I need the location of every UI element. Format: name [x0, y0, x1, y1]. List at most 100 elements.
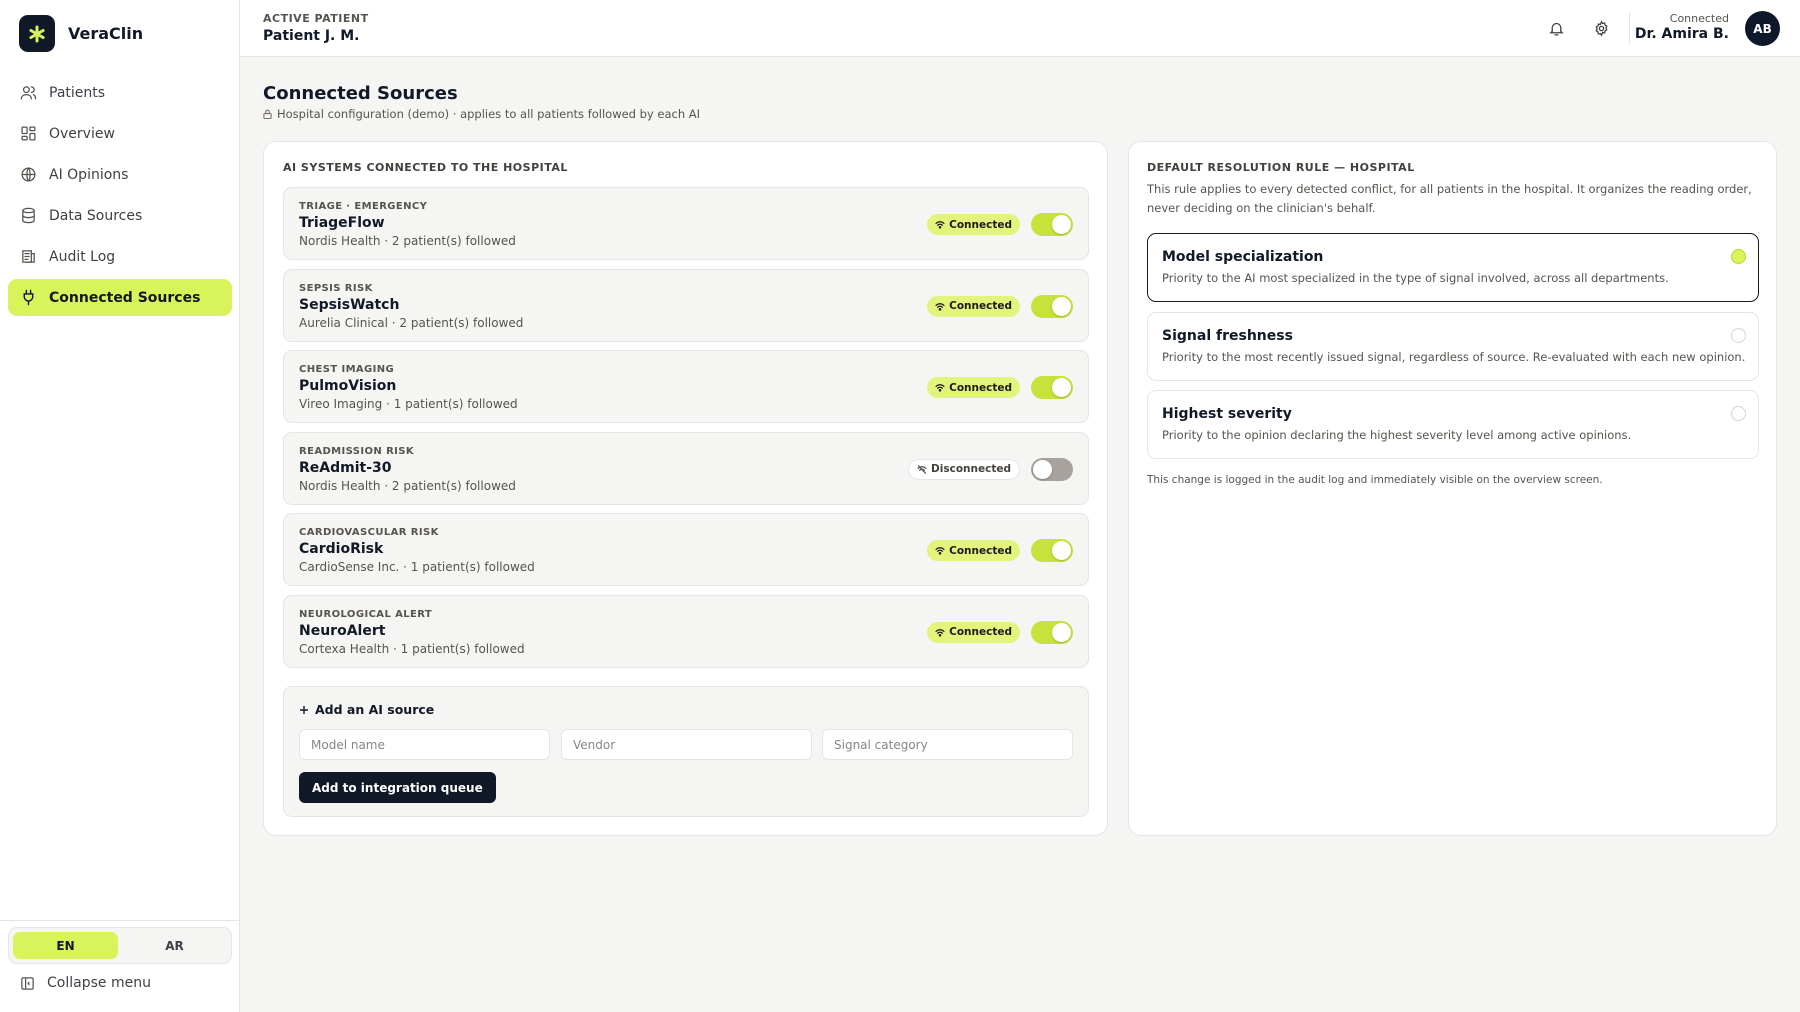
collapse-menu-label: Collapse menu: [47, 975, 151, 991]
user-status: Connected: [1669, 12, 1729, 25]
sidebar-item-connected-sources[interactable]: Connected Sources: [8, 279, 232, 316]
wifi-icon: [935, 547, 945, 555]
radio-button[interactable]: [1731, 406, 1746, 421]
bell-icon: [1548, 22, 1564, 36]
sidebar-item-label: Data Sources: [49, 207, 143, 224]
ai-sources-heading: AI SYSTEMS CONNECTED TO THE HOSPITAL: [283, 161, 568, 174]
source-category: NEUROLOGICAL ALERT: [299, 608, 433, 620]
rule-option-description: Priority to the AI most specialized in t…: [1162, 271, 1669, 285]
source-meta: Nordis Health · 2 patient(s) followed: [299, 234, 516, 248]
page-title: Connected Sources: [263, 83, 458, 104]
add-to-integration-queue-button[interactable]: Add to integration queue: [299, 772, 496, 803]
top-bar: ACTIVE PATIENT Patient J. M. Connected D…: [240, 0, 1800, 57]
add-source-title-text: Add an AI source: [315, 702, 435, 717]
source-name: PulmoVision: [299, 378, 397, 394]
language-switch: EN AR: [8, 927, 232, 964]
gear-icon: [1594, 19, 1608, 37]
users-icon: [20, 86, 37, 100]
status-badge: Connected: [927, 621, 1020, 643]
rule-option-title: Signal freshness: [1162, 327, 1293, 344]
source-toggle[interactable]: [1031, 294, 1073, 318]
top-bar-divider: [1629, 12, 1630, 45]
settings-button[interactable]: [1587, 14, 1615, 42]
ai-source-cardiorisk: CARDIOVASCULAR RISK CardioRisk CardioSense…: [283, 513, 1089, 586]
sidebar-nav: Patients Overview AI Opinions Data Sourc…: [8, 74, 232, 320]
ai-source-pulmovision: CHEST IMAGING PulmoVision Vireo Imaging · …: [283, 350, 1089, 423]
vendor-input[interactable]: [561, 729, 812, 760]
source-category: READMISSION RISK: [299, 445, 415, 457]
active-patient-label: ACTIVE PATIENT: [263, 12, 369, 25]
rule-option-title: Highest severity: [1162, 406, 1292, 422]
wifi-off-icon: [917, 464, 927, 474]
active-patient-name[interactable]: Patient J. M.: [263, 28, 360, 44]
source-meta: Cortexa Health · 1 patient(s) followed: [299, 641, 525, 656]
source-toggle[interactable]: [1031, 457, 1073, 481]
ai-source-sepsiswatch: SEPSIS RISK SepsisWatch Aurelia Clinical ·…: [283, 268, 1089, 342]
source-toggle[interactable]: [1031, 539, 1073, 562]
asterisk-logo-icon: [19, 15, 55, 52]
language-en-button[interactable]: EN: [13, 932, 118, 959]
source-meta: Nordis Health · 2 patient(s) followed: [299, 478, 516, 493]
source-toggle[interactable]: [1031, 620, 1073, 644]
grid-icon: [21, 126, 36, 141]
source-name: CardioRisk: [299, 541, 384, 557]
wifi-icon: [935, 221, 945, 229]
source-category: CARDIOVASCULAR RISK: [299, 527, 439, 538]
rule-option-title: Model specialization: [1162, 249, 1324, 265]
sidebar-item-label: Overview: [49, 125, 115, 142]
model-name-input[interactable]: [299, 729, 550, 760]
language-ar-button[interactable]: AR: [122, 932, 227, 959]
sidebar-item-ai-opinions[interactable]: AI Opinions: [8, 156, 232, 193]
log-icon: [22, 250, 35, 263]
lock-icon: [263, 109, 272, 119]
radio-button[interactable]: [1731, 327, 1746, 343]
toggle-knob: [1052, 622, 1071, 642]
sidebar-item-label: AI Opinions: [49, 166, 129, 183]
rule-option-model-specialization[interactable]: Model specialization Priority to the AI m…: [1147, 233, 1759, 302]
rule-option-highest-severity[interactable]: Highest severity Priority to the opinion …: [1147, 390, 1759, 459]
wifi-icon: [935, 302, 945, 311]
avatar[interactable]: AB: [1745, 11, 1780, 46]
status-badge-label: Connected: [949, 381, 1012, 394]
rule-option-signal-freshness[interactable]: Signal freshness Priority to the most rec…: [1147, 311, 1759, 381]
radio-button[interactable]: [1731, 249, 1746, 264]
ai-source-triageflow: TRIAGE · EMERGENCY TriageFlow Nordis Healt…: [283, 187, 1089, 260]
toggle-knob: [1033, 459, 1052, 479]
status-badge-label: Connected: [949, 626, 1012, 638]
source-name: NeuroAlert: [299, 622, 386, 639]
ai-source-neuroalert: NEUROLOGICAL ALERT NeuroAlert Cortexa Heal…: [283, 594, 1089, 668]
source-name: TriageFlow: [299, 215, 385, 231]
source-meta: Vireo Imaging · 1 patient(s) followed: [299, 397, 518, 411]
resolution-rule-card: DEFAULT RESOLUTION RULE — HOSPITAL This …: [1128, 141, 1777, 836]
notifications-button[interactable]: [1542, 14, 1570, 42]
brand[interactable]: VeraClin: [19, 15, 143, 52]
add-source-panel: Add an AI source Add to integration queu…: [283, 686, 1089, 817]
source-name: SepsisWatch: [299, 296, 400, 313]
sidebar-item-label: Audit Log: [49, 248, 116, 265]
sidebar-item-label: Patients: [49, 84, 106, 101]
status-badge: Connected: [927, 540, 1020, 561]
app-name: VeraClin: [68, 24, 144, 43]
status-badge-label: Connected: [949, 300, 1012, 312]
sidebar-item-data-sources[interactable]: Data Sources: [8, 197, 232, 234]
signal-category-input[interactable]: [822, 729, 1073, 760]
database-icon: [22, 207, 35, 224]
sidebar-item-overview[interactable]: Overview: [8, 115, 232, 152]
toggle-knob: [1052, 215, 1071, 234]
source-name: ReAdmit-30: [299, 459, 392, 476]
source-toggle[interactable]: [1031, 376, 1073, 399]
collapse-menu-button[interactable]: Collapse menu: [20, 975, 151, 991]
toggle-knob: [1052, 541, 1071, 560]
sidebar-item-audit-log[interactable]: Audit Log: [8, 238, 232, 275]
wifi-icon: [935, 384, 945, 392]
sidebar: VeraClin Patients Overview AI Opinions D…: [0, 0, 240, 1012]
user-name[interactable]: Dr. Amira B.: [1635, 26, 1729, 42]
status-badge: Connected: [927, 295, 1020, 317]
resolution-rule-heading: DEFAULT RESOLUTION RULE — HOSPITAL: [1147, 161, 1415, 174]
status-badge: Connected: [927, 377, 1020, 398]
rule-option-description: Priority to the opinion declaring the hi…: [1162, 428, 1632, 442]
page-subtitle: Hospital configuration (demo) · applies …: [263, 107, 700, 121]
source-category: SEPSIS RISK: [299, 282, 373, 294]
sidebar-item-patients[interactable]: Patients: [8, 74, 232, 111]
source-toggle[interactable]: [1031, 213, 1073, 236]
